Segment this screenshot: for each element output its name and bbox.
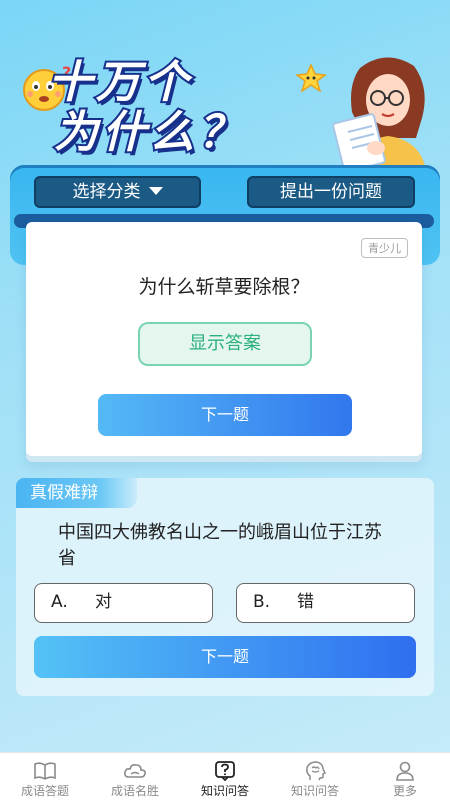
quiz-question: 为什么斩草要除根？ (138, 276, 310, 298)
quiz-card: 青少儿 为什么斩草要除根？ 显示答案 下一题 (26, 222, 422, 456)
tab-label: 更多 (392, 784, 417, 798)
option-a-button[interactable]: A. 对 (34, 583, 213, 623)
hero-title-line1: 十万个 (46, 56, 192, 110)
category-select-label: 选择分类 (72, 182, 141, 202)
tab-knowledge-qa[interactable]: 知识问答 (180, 753, 270, 800)
true-false-question: 中国四大佛教名山之一的峨眉山位于江苏省 (58, 522, 382, 569)
option-a-text: 对 (95, 592, 112, 612)
star-icon (296, 64, 326, 92)
option-b-letter: B. (253, 592, 271, 612)
option-b-button[interactable]: B. 错 (236, 583, 415, 623)
category-select-button[interactable]: 选择分类 (34, 176, 201, 208)
bottom-tab-bar: 成语答题 成语名胜 知识问答 知识问答 更多 (0, 752, 450, 800)
tab-knowledge-qa-2[interactable]: 知识问答 (270, 753, 360, 800)
caret-down-icon (148, 187, 163, 195)
book-icon (34, 762, 56, 780)
teacher-illustration-icon (332, 57, 426, 170)
tab-label: 知识问答 (200, 784, 249, 798)
question-box-icon (215, 761, 235, 781)
brain-head-icon (306, 761, 327, 781)
hero-title-line2: 为什么？ (52, 106, 246, 160)
option-b-text: 错 (297, 592, 314, 612)
option-a-letter: A. (51, 592, 68, 612)
cloud-icon (124, 764, 146, 778)
hero-banner: ? 十万个 为什么？ (0, 0, 450, 175)
tab-label: 成语名胜 (110, 784, 159, 798)
tab-label: 知识问答 (290, 784, 339, 798)
tab-more[interactable]: 更多 (360, 753, 450, 800)
audience-tag: 青少儿 (361, 238, 408, 258)
person-icon (396, 761, 414, 781)
tab-label: 成语答题 (20, 784, 69, 798)
submit-question-label: 提出一份问题 (280, 182, 382, 202)
tab-idiom-sites[interactable]: 成语名胜 (90, 753, 180, 800)
show-answer-button[interactable]: 显示答案 (138, 322, 312, 366)
true-false-section-label: 真假难辩 (16, 478, 137, 508)
true-false-next-button[interactable]: 下一题 (34, 636, 416, 678)
next-question-button[interactable]: 下一题 (98, 394, 352, 436)
tab-idiom-quiz[interactable]: 成语答题 (0, 753, 90, 800)
submit-question-button[interactable]: 提出一份问题 (247, 176, 415, 208)
hero-title: 十万个 为什么？ (46, 56, 246, 160)
